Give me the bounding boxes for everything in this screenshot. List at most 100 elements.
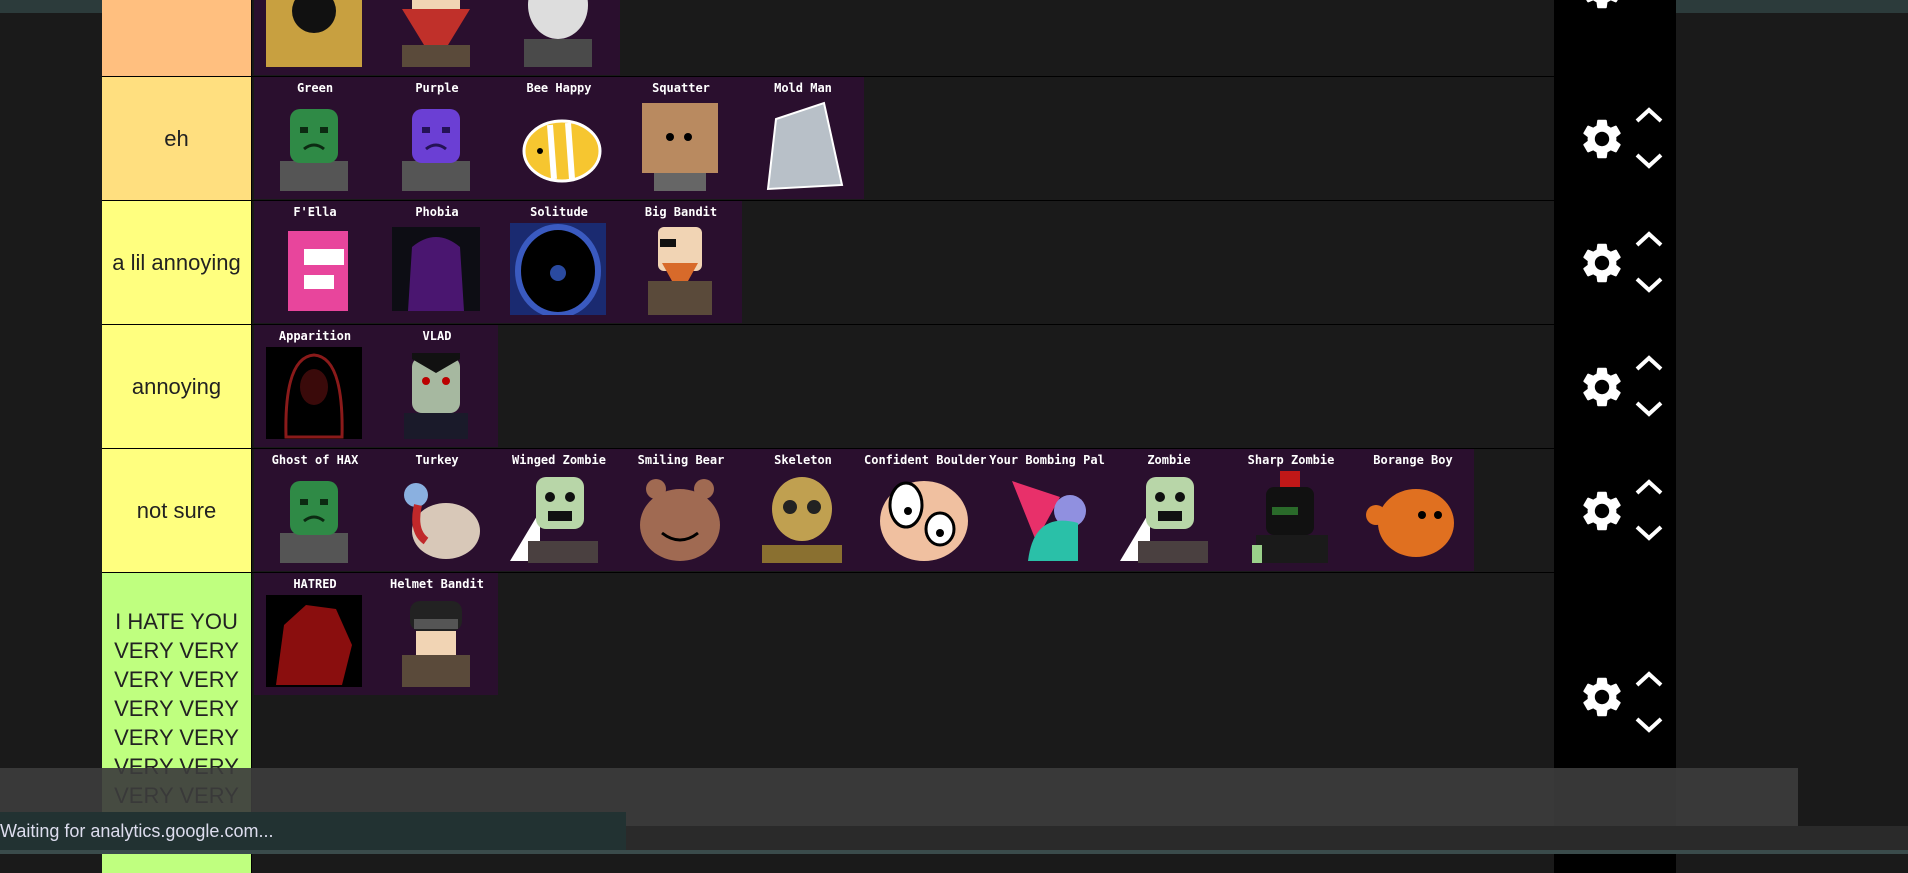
tier-item-card[interactable]: Mold Man	[742, 77, 864, 199]
tier-controls	[1554, 449, 1676, 572]
settings-gear-icon[interactable]	[1578, 0, 1626, 13]
tier-item-name: Solitude	[530, 205, 588, 219]
move-down-chevron-icon[interactable]	[1633, 151, 1665, 171]
tier-row: a lil annoying F'Ella Phobia Solitude Big Ba…	[102, 201, 1676, 325]
status-text: Waiting for analytics.google.com...	[0, 821, 274, 841]
tier-item-image	[266, 223, 362, 315]
tier-controls	[1554, 201, 1676, 324]
tier-item-card[interactable]: Big Bandit	[620, 201, 742, 323]
tier-item-card[interactable]: Green	[254, 77, 376, 199]
tier-item-card[interactable]	[376, 0, 498, 75]
settings-gear-icon[interactable]	[1578, 673, 1626, 721]
tier-item-name: Winged Zombie	[512, 453, 606, 467]
move-down-chevron-icon[interactable]	[1633, 715, 1665, 735]
tier-item-image	[632, 223, 728, 315]
move-up-chevron-icon[interactable]	[1633, 105, 1665, 125]
tier-item-image	[266, 0, 362, 67]
tier-list: pretty goodeh Green Purple Bee Happy Squatte…	[102, 0, 1676, 873]
tier-items: Ghost of HAX Turkey Winged Zombie Smiling B…	[254, 449, 1474, 571]
tier-item-card[interactable]: F'Ella	[254, 201, 376, 323]
tier-label[interactable]: pretty good	[102, 0, 252, 76]
tier-item-card[interactable]: HATRED	[254, 573, 376, 695]
settings-gear-icon[interactable]	[1578, 239, 1626, 287]
tier-controls	[1554, 0, 1676, 76]
tier-item-image	[632, 99, 728, 191]
tier-item-card[interactable]: Solitude	[498, 201, 620, 323]
tier-item-name: VLAD	[422, 329, 452, 343]
tier-item-card[interactable]: Bee Happy	[498, 77, 620, 199]
tier-item-name: Skeleton	[774, 453, 832, 467]
settings-gear-icon[interactable]	[1578, 487, 1626, 535]
settings-gear-icon[interactable]	[1578, 115, 1626, 163]
tier-item-card[interactable]: Skeleton	[742, 449, 864, 571]
tier-item-card[interactable]	[498, 0, 620, 75]
tier-item-image	[876, 471, 972, 563]
tier-item-image	[1120, 471, 1216, 563]
tier-item-image	[632, 471, 728, 563]
tier-item-image	[510, 471, 606, 563]
tier-item-image	[1364, 471, 1460, 563]
tier-item-name: Green	[296, 81, 334, 95]
tier-item-card[interactable]: Zombie	[1108, 449, 1230, 571]
tier-item-name: Sharp Zombie	[1247, 453, 1335, 467]
tier-item-card[interactable]: Sharp Zombie	[1230, 449, 1352, 571]
tier-controls	[1554, 77, 1676, 200]
tier-item-card[interactable]: Squatter	[620, 77, 742, 199]
tier-item-card[interactable]	[254, 0, 376, 75]
tier-items: F'Ella Phobia Solitude Big Bandit	[254, 201, 742, 323]
tier-item-card[interactable]: Winged Zombie	[498, 449, 620, 571]
tier-item-image	[266, 99, 362, 191]
tier-item-image	[388, 0, 484, 67]
tier-item-image	[388, 223, 484, 315]
tier-item-name: Smiling Bear	[637, 453, 725, 467]
tier-item-card[interactable]: Smiling Bear	[620, 449, 742, 571]
tier-item-name: Helmet Bandit	[390, 577, 484, 591]
tier-item-card[interactable]: Helmet Bandit	[376, 573, 498, 695]
tier-items: Apparition VLAD	[254, 325, 498, 447]
tier-row: annoying Apparition VLAD	[102, 325, 1676, 449]
tier-item-name: F'Ella	[293, 205, 337, 219]
settings-gear-icon[interactable]	[1578, 363, 1626, 411]
tier-item-name: Purple	[415, 81, 459, 95]
tier-item-card[interactable]: Purple	[376, 77, 498, 199]
tier-item-name: Zombie	[1147, 453, 1191, 467]
move-up-chevron-icon[interactable]	[1633, 229, 1665, 249]
tier-items	[254, 0, 620, 75]
tier-item-card[interactable]: Apparition	[254, 325, 376, 447]
tier-item-card[interactable]: Ghost of HAX	[254, 449, 376, 571]
move-up-chevron-icon[interactable]	[1633, 669, 1665, 689]
move-down-chevron-icon[interactable]	[1633, 275, 1665, 295]
tier-item-image	[388, 347, 484, 439]
tier-item-name: Mold Man	[774, 81, 832, 95]
tier-label[interactable]: a lil annoying	[102, 201, 252, 324]
tier-item-card[interactable]: Phobia	[376, 201, 498, 323]
tier-item-card[interactable]: Borange Boy	[1352, 449, 1474, 571]
tier-items: Green Purple Bee Happy Squatter Mold Man	[254, 77, 864, 199]
tier-item-card[interactable]: VLAD	[376, 325, 498, 447]
tier-label[interactable]: annoying	[102, 325, 252, 448]
move-down-chevron-icon[interactable]	[1633, 399, 1665, 419]
move-down-chevron-icon[interactable]	[1633, 523, 1665, 543]
tier-item-card[interactable]: Confident Boulder	[864, 449, 986, 571]
browser-status-bar: Waiting for analytics.google.com...	[0, 812, 626, 850]
tier-label[interactable]: not sure	[102, 449, 252, 572]
move-up-chevron-icon[interactable]	[1633, 353, 1665, 373]
tier-row: eh Green Purple Bee Happy Squatter Mold Man	[102, 77, 1676, 201]
move-up-chevron-icon[interactable]	[1633, 477, 1665, 497]
tier-item-card[interactable]: Your Bombing Pal	[986, 449, 1108, 571]
tier-item-image	[388, 471, 484, 563]
tier-item-image	[754, 471, 850, 563]
tier-item-name: Your Bombing Pal	[989, 453, 1105, 467]
tier-item-name: Phobia	[415, 205, 459, 219]
tier-label[interactable]: eh	[102, 77, 252, 200]
tier-item-image	[998, 471, 1094, 563]
tier-item-name: Squatter	[652, 81, 710, 95]
tier-row: not sure Ghost of HAX Turkey Winged Zombie S…	[102, 449, 1676, 573]
tier-items: HATRED Helmet Bandit	[254, 573, 498, 695]
tier-item-card[interactable]: Turkey	[376, 449, 498, 571]
tier-item-image	[266, 471, 362, 563]
tier-item-image	[266, 595, 362, 687]
tier-item-image	[388, 595, 484, 687]
tier-item-image	[510, 0, 606, 67]
tier-item-image	[388, 99, 484, 191]
